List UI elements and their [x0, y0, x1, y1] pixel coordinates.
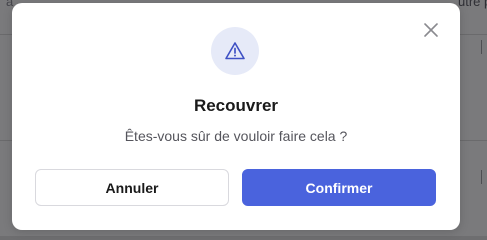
background-text-fragment: utre p: [458, 0, 487, 9]
confirm-dialog: Recouvrer Êtes-vous sûr de vouloir faire…: [12, 3, 460, 230]
warning-triangle-icon: [225, 42, 245, 60]
cancel-button[interactable]: Annuler: [35, 169, 229, 206]
background-edge-mark: [481, 170, 487, 184]
warning-icon-badge: [211, 27, 259, 75]
dialog-message: Êtes-vous sûr de vouloir faire cela ?: [124, 128, 348, 144]
close-button[interactable]: [423, 22, 439, 38]
dialog-title: Recouvrer: [193, 96, 279, 115]
close-icon: [424, 23, 438, 37]
background-edge-mark: [481, 40, 487, 54]
confirm-button[interactable]: Confirmer: [242, 169, 436, 206]
